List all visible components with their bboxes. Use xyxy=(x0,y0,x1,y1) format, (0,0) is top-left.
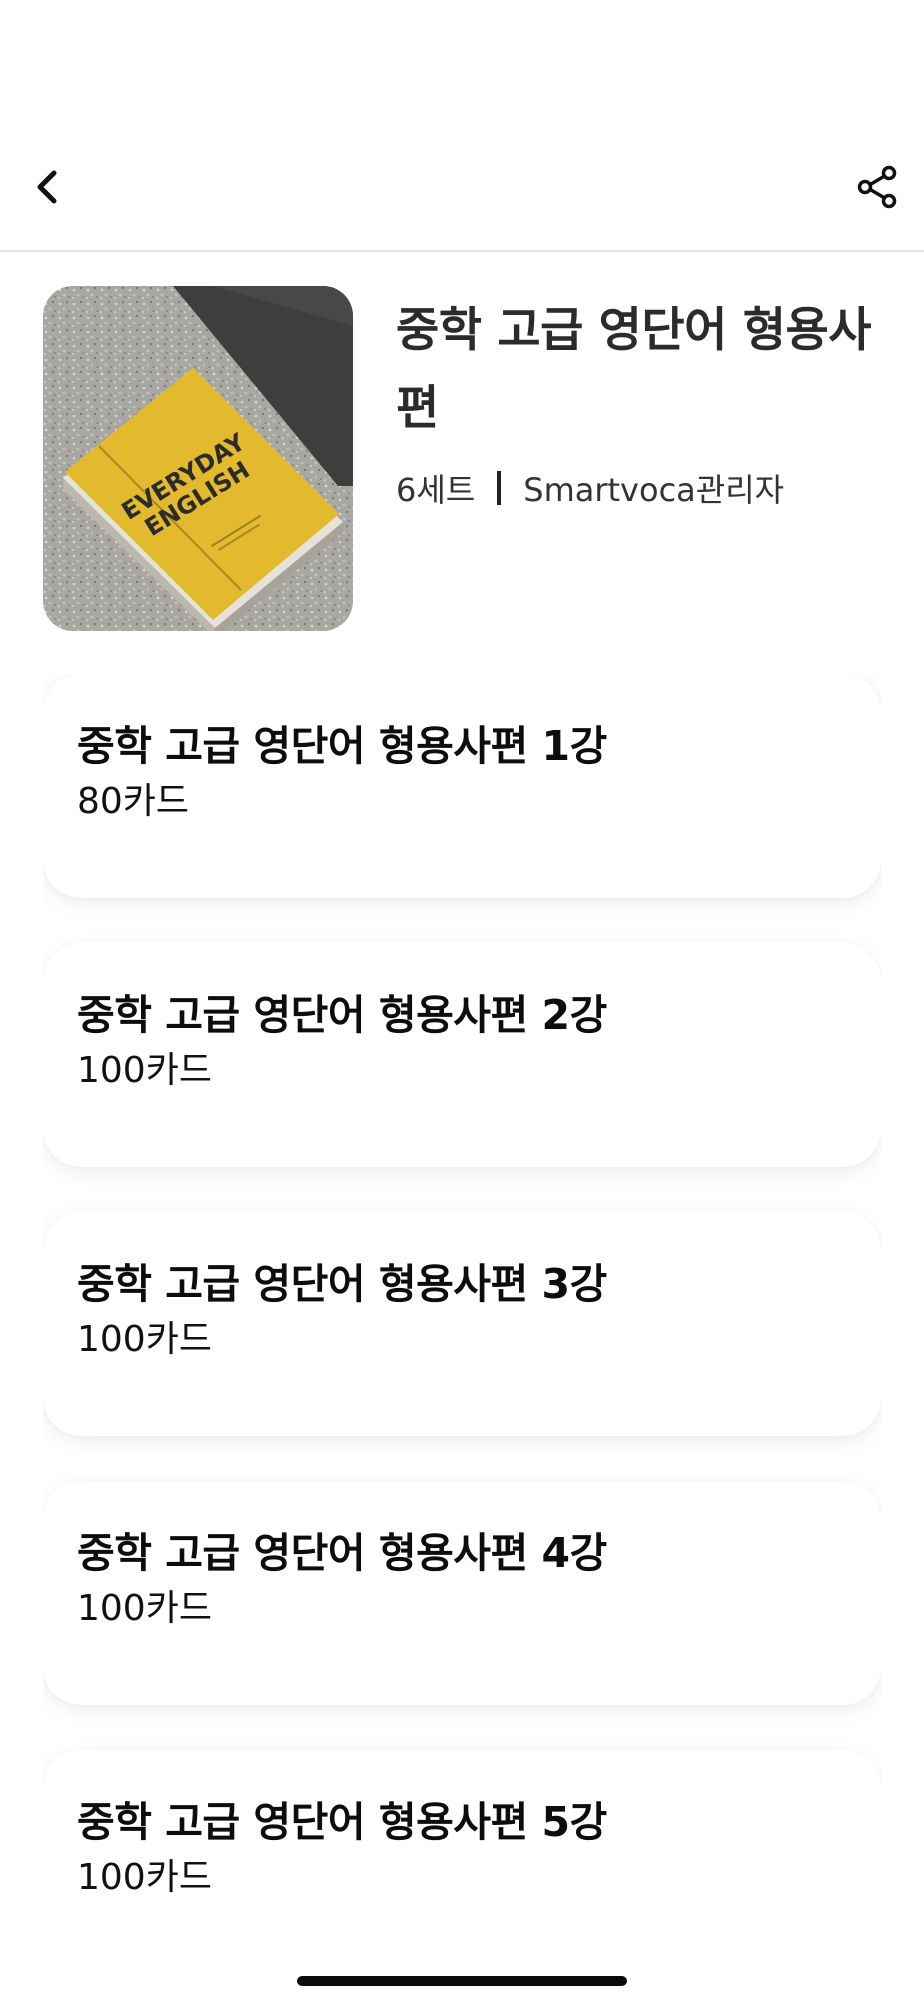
author-name: Smartvoca관리자 xyxy=(523,471,785,509)
deck-card-count: 100카드 xyxy=(77,1857,212,1898)
status-bar-area xyxy=(0,0,924,140)
deck-card[interactable]: 중학 고급 영단어 형용사편 3강 100카드 xyxy=(43,1212,881,1436)
home-indicator[interactable] xyxy=(297,1976,627,1986)
deck-title: 중학 고급 영단어 형용사편 4강 xyxy=(77,1529,607,1577)
wordbook-meta: 6세트 Smartvoca관리자 xyxy=(396,466,784,510)
deck-title: 중학 고급 영단어 형용사편 1강 xyxy=(77,722,607,770)
share-button[interactable] xyxy=(850,160,904,214)
wordbook-cover-image: EVERYDAY ENGLISH xyxy=(43,286,353,631)
deck-title: 중학 고급 영단어 형용사편 5강 xyxy=(77,1798,607,1846)
meta-divider xyxy=(497,471,502,505)
wordbook-summary: EVERYDAY ENGLISH 중학 고급 영단어 형용사편 6세트 Smar… xyxy=(0,286,924,631)
wordbook-title: 중학 고급 영단어 형용사편 xyxy=(396,303,872,436)
chevron-left-icon xyxy=(37,170,57,204)
deck-card[interactable]: 중학 고급 영단어 형용사편 2강 100카드 xyxy=(43,943,881,1167)
set-count: 6세트 xyxy=(396,471,476,509)
deck-card-count: 100카드 xyxy=(77,1050,212,1091)
deck-card[interactable]: 중학 고급 영단어 형용사편 5강 100카드 xyxy=(43,1750,881,1926)
share-icon xyxy=(857,165,897,209)
deck-card-count: 80카드 xyxy=(77,781,190,822)
deck-card-count: 100카드 xyxy=(77,1319,212,1360)
deck-title: 중학 고급 영단어 형용사편 3강 xyxy=(77,1260,607,1308)
deck-title: 중학 고급 영단어 형용사편 2강 xyxy=(77,991,607,1039)
deck-card[interactable]: 중학 고급 영단어 형용사편 4강 100카드 xyxy=(43,1481,881,1705)
home-indicator-area xyxy=(0,1926,924,2000)
deck-card-count: 100카드 xyxy=(77,1588,212,1629)
deck-list: 중학 고급 영단어 형용사편 1강 80카드 중학 고급 영단어 형용사편 2강… xyxy=(43,674,881,1926)
deck-card[interactable]: 중학 고급 영단어 형용사편 1강 80카드 xyxy=(43,674,881,898)
top-navigation-bar xyxy=(0,140,924,252)
back-button[interactable] xyxy=(20,160,74,214)
